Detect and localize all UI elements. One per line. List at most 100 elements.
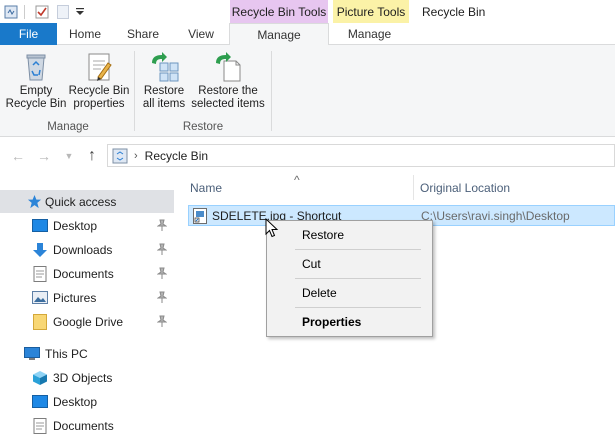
- tab-home[interactable]: Home: [57, 23, 113, 45]
- menu-item-properties[interactable]: Properties: [269, 311, 430, 333]
- tab-file[interactable]: File: [0, 23, 57, 45]
- address-bar[interactable]: › Recycle Bin: [107, 144, 615, 167]
- back-arrow-icon[interactable]: ←: [10, 148, 26, 164]
- menu-item-label: Delete: [302, 286, 337, 300]
- menu-separator: [295, 278, 421, 279]
- navigation-bar: ← → ▼ ↑ › Recycle Bin: [0, 137, 615, 175]
- recycle-bin-properties-button[interactable]: Recycle Bin properties: [68, 51, 130, 111]
- nav-label: Documents: [53, 266, 114, 281]
- context-menu: Restore Cut Delete Properties: [266, 220, 433, 337]
- nav-item-documents[interactable]: Documents: [0, 262, 174, 285]
- pin-icon[interactable]: [156, 219, 168, 231]
- menu-item-restore[interactable]: Restore: [269, 224, 430, 246]
- nav-label: This PC: [45, 346, 88, 361]
- ribbon: Empty Recycle Bin Recycle Bin properties…: [0, 45, 615, 137]
- properties-label-2: properties: [73, 98, 125, 110]
- restore-all-icon: [152, 52, 179, 82]
- nav-item-downloads[interactable]: Downloads: [0, 238, 174, 261]
- restore-selected-label-1: Restore the: [198, 85, 258, 97]
- properties-icon[interactable]: [3, 3, 19, 21]
- folder-icon: [32, 313, 48, 330]
- recent-locations-chevron-icon[interactable]: ▼: [63, 148, 75, 164]
- tab-manage-recycle-bin[interactable]: Manage: [229, 23, 329, 46]
- recycle-bin-icon: [112, 148, 128, 164]
- group-separator: [134, 51, 135, 131]
- menu-item-label: Cut: [302, 257, 321, 271]
- restore-all-items-button[interactable]: Restore all items: [138, 51, 190, 111]
- pin-icon[interactable]: [156, 315, 168, 327]
- restore-selected-label-2: selected items: [191, 98, 265, 110]
- desktop-folder-icon: [32, 218, 48, 234]
- column-separator[interactable]: [413, 175, 414, 200]
- menu-item-cut[interactable]: Cut: [269, 253, 430, 275]
- menu-item-label: Restore: [302, 228, 345, 242]
- restore-selected-items-button[interactable]: Restore the selected items: [190, 51, 266, 111]
- tab-share[interactable]: Share: [113, 23, 173, 45]
- customize-arrow-icon[interactable]: [74, 3, 86, 21]
- breadcrumb-separator-icon[interactable]: ›: [134, 150, 138, 162]
- empty-recycle-bin-label-1: Empty: [19, 85, 53, 97]
- pin-icon[interactable]: [156, 291, 168, 303]
- column-header-name[interactable]: Name: [190, 175, 412, 200]
- title-bar: Recycle Bin Tools Picture Tools Recycle …: [0, 0, 615, 24]
- properties-icon: [88, 53, 112, 81]
- nav-label: Desktop: [53, 394, 98, 409]
- qat-divider: [24, 5, 25, 19]
- restore-selected-icon: [216, 52, 241, 82]
- group-label-restore: Restore: [182, 121, 224, 133]
- tab-view[interactable]: View: [173, 23, 229, 45]
- menu-item-delete[interactable]: Delete: [269, 282, 430, 304]
- nav-label: Desktop: [53, 218, 98, 233]
- menu-separator: [295, 249, 421, 250]
- shortcut-file-icon: [193, 208, 207, 224]
- nav-item-this-pc[interactable]: This PC: [0, 342, 174, 365]
- ribbon-tabs: File Home Share View Manage Manage: [0, 23, 615, 46]
- nav-label: Google Drive: [53, 314, 124, 329]
- restore-all-label-1: Restore: [143, 85, 185, 97]
- window-title: Recycle Bin: [422, 5, 486, 19]
- empty-recycle-bin-button[interactable]: Empty Recycle Bin: [4, 51, 68, 111]
- nav-label: Documents: [53, 418, 114, 433]
- checkmark-icon[interactable]: [34, 3, 50, 21]
- nav-label: Quick access: [45, 194, 117, 209]
- recycle-bin-icon: [26, 54, 46, 81]
- picture-tools-group: Picture Tools: [333, 0, 409, 23]
- mouse-cursor-icon: [265, 218, 279, 238]
- nav-item-desktop-pc[interactable]: Desktop: [0, 390, 174, 413]
- restore-all-label-2: all items: [142, 98, 186, 110]
- pictures-icon: [32, 290, 48, 306]
- pin-icon[interactable]: [156, 243, 168, 255]
- nav-label: Pictures: [53, 290, 97, 305]
- tab-manage-picture[interactable]: Manage: [330, 23, 409, 45]
- nav-label: Downloads: [53, 242, 113, 257]
- group-label-manage: Manage: [47, 121, 89, 133]
- nav-item-3d-objects[interactable]: 3D Objects: [0, 366, 174, 389]
- breadcrumb-recycle-bin[interactable]: Recycle Bin: [145, 149, 208, 163]
- recycle-bin-tools-group: Recycle Bin Tools: [230, 0, 328, 23]
- properties-label-1: Recycle Bin: [68, 85, 130, 97]
- nav-item-quick-access[interactable]: Quick access: [0, 190, 174, 213]
- nav-item-pictures[interactable]: Pictures: [0, 286, 174, 309]
- documents-icon: [32, 417, 48, 434]
- star-icon: [26, 194, 42, 210]
- desktop-folder-icon: [32, 394, 48, 410]
- file-original-location: C:\Users\ravi.singh\Desktop: [421, 208, 570, 223]
- group-separator: [271, 51, 272, 131]
- navigation-pane: Quick access Desktop Downloads Documents: [0, 175, 174, 442]
- column-header-original-location[interactable]: Original Location: [420, 175, 615, 200]
- cube-icon: [32, 370, 48, 386]
- forward-arrow-icon[interactable]: →: [36, 148, 52, 164]
- new-folder-icon[interactable]: [56, 3, 70, 21]
- documents-icon: [32, 265, 48, 282]
- menu-item-label: Properties: [302, 315, 362, 329]
- pin-icon[interactable]: [156, 267, 168, 279]
- computer-icon: [24, 346, 40, 362]
- up-arrow-icon[interactable]: ↑: [83, 147, 101, 164]
- menu-separator: [295, 307, 421, 308]
- empty-recycle-bin-label-2: Recycle Bin: [5, 98, 67, 110]
- nav-item-documents-pc[interactable]: Documents: [0, 414, 174, 437]
- nav-label: 3D Objects: [53, 370, 113, 385]
- nav-item-google-drive[interactable]: Google Drive: [0, 310, 174, 333]
- nav-item-desktop[interactable]: Desktop: [0, 214, 174, 237]
- download-arrow-icon: [32, 242, 48, 258]
